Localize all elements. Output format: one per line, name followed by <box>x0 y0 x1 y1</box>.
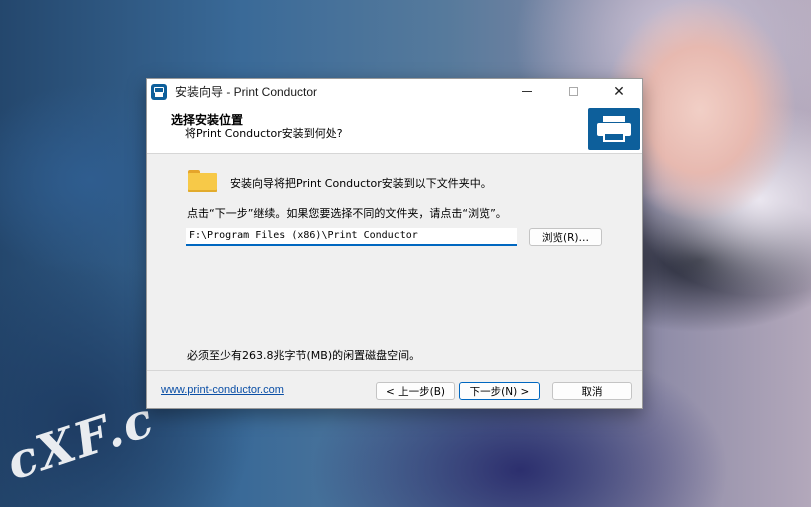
app-icon <box>151 83 167 100</box>
intro-text: 安装向导将把Print Conductor安装到以下文件夹中。 <box>230 177 492 190</box>
back-button[interactable]: < 上一步(B) <box>376 382 455 400</box>
title-bar[interactable]: 安装向导 - Print Conductor ✕ <box>147 79 642 104</box>
minimize-icon <box>522 91 532 92</box>
page-subtitle: 将Print Conductor安装到何处? <box>185 127 343 140</box>
footer-divider <box>147 370 642 371</box>
next-button[interactable]: 下一步(N) > <box>459 382 540 400</box>
wizard-header: 选择安装位置 将Print Conductor安装到何处? <box>147 104 642 154</box>
wizard-footer: www.print-conductor.com < 上一步(B) 下一步(N) … <box>147 370 642 408</box>
setup-wizard-window: 安装向导 - Print Conductor ✕ 选择安装位置 将Print C… <box>146 78 643 409</box>
maximize-button[interactable] <box>550 79 596 104</box>
printer-icon <box>588 108 640 150</box>
browse-button[interactable]: 浏览(R)… <box>529 228 602 246</box>
website-link[interactable]: www.print-conductor.com <box>161 384 284 396</box>
close-icon: ✕ <box>613 83 625 100</box>
window-title: 安装向导 - Print Conductor <box>175 85 318 99</box>
hint-text: 点击“下一步”继续。如果您要选择不同的文件夹，请点击“浏览”。 <box>187 207 507 220</box>
wizard-content: 安装向导将把Print Conductor安装到以下文件夹中。 点击“下一步”继… <box>147 154 642 369</box>
minimize-button[interactable] <box>504 79 550 104</box>
install-path-input[interactable]: F:\Program Files (x86)\Print Conductor <box>186 228 517 246</box>
folder-icon <box>188 170 217 192</box>
maximize-icon <box>568 87 578 96</box>
disk-space-text: 必须至少有263.8兆字节(MB)的闲置磁盘空间。 <box>187 349 421 362</box>
cancel-button[interactable]: 取消 <box>552 382 632 400</box>
close-button[interactable]: ✕ <box>596 79 642 104</box>
